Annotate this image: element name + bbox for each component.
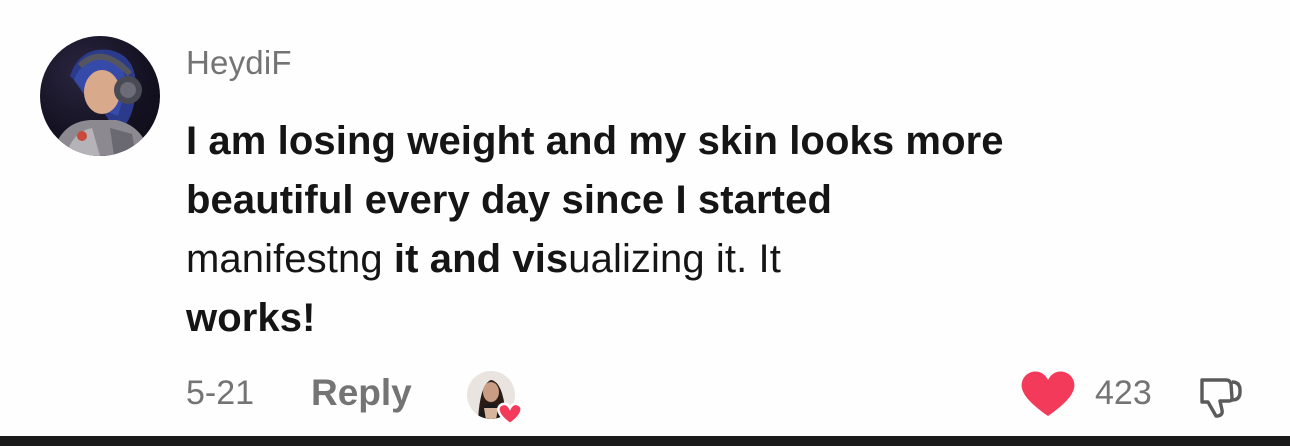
bottom-divider bbox=[0, 436, 1290, 446]
comment-date: 5-21 bbox=[186, 374, 255, 412]
comment-footer: 5-21 Reply 423 bbox=[186, 370, 1256, 426]
user-avatar[interactable] bbox=[40, 36, 160, 156]
reply-button[interactable]: Reply bbox=[311, 372, 412, 414]
dislike-button[interactable] bbox=[1198, 374, 1244, 418]
comment-text-segment: it and vis bbox=[382, 237, 569, 281]
comment-item: HeydiF I am losing weight and my skin lo… bbox=[0, 0, 1290, 446]
heart-icon bbox=[1021, 371, 1075, 416]
comment-line-3: manifestng it and visualizing it. It bbox=[186, 230, 1186, 289]
comment-text-segment: manifestng bbox=[186, 237, 383, 281]
avatar-portrait-icon bbox=[52, 49, 150, 156]
comment-text-segment: ualizing bbox=[568, 237, 705, 281]
comment-text-segment: it. It bbox=[704, 237, 781, 281]
like-button[interactable] bbox=[1019, 370, 1077, 418]
comment-body: I am losing weight and my skin looks mor… bbox=[186, 112, 1186, 348]
like-count: 423 bbox=[1095, 374, 1152, 412]
creator-avatar-icon bbox=[467, 371, 523, 426]
comment-line-2: beautiful every day since I started bbox=[186, 178, 832, 222]
thumbs-down-icon bbox=[1200, 378, 1242, 418]
comment-line-4: works! bbox=[186, 296, 316, 340]
comment-username[interactable]: HeydiF bbox=[186, 44, 292, 82]
comment-line-1: I am losing weight and my skin looks mor… bbox=[186, 119, 1004, 163]
creator-liked-badge bbox=[466, 370, 528, 426]
